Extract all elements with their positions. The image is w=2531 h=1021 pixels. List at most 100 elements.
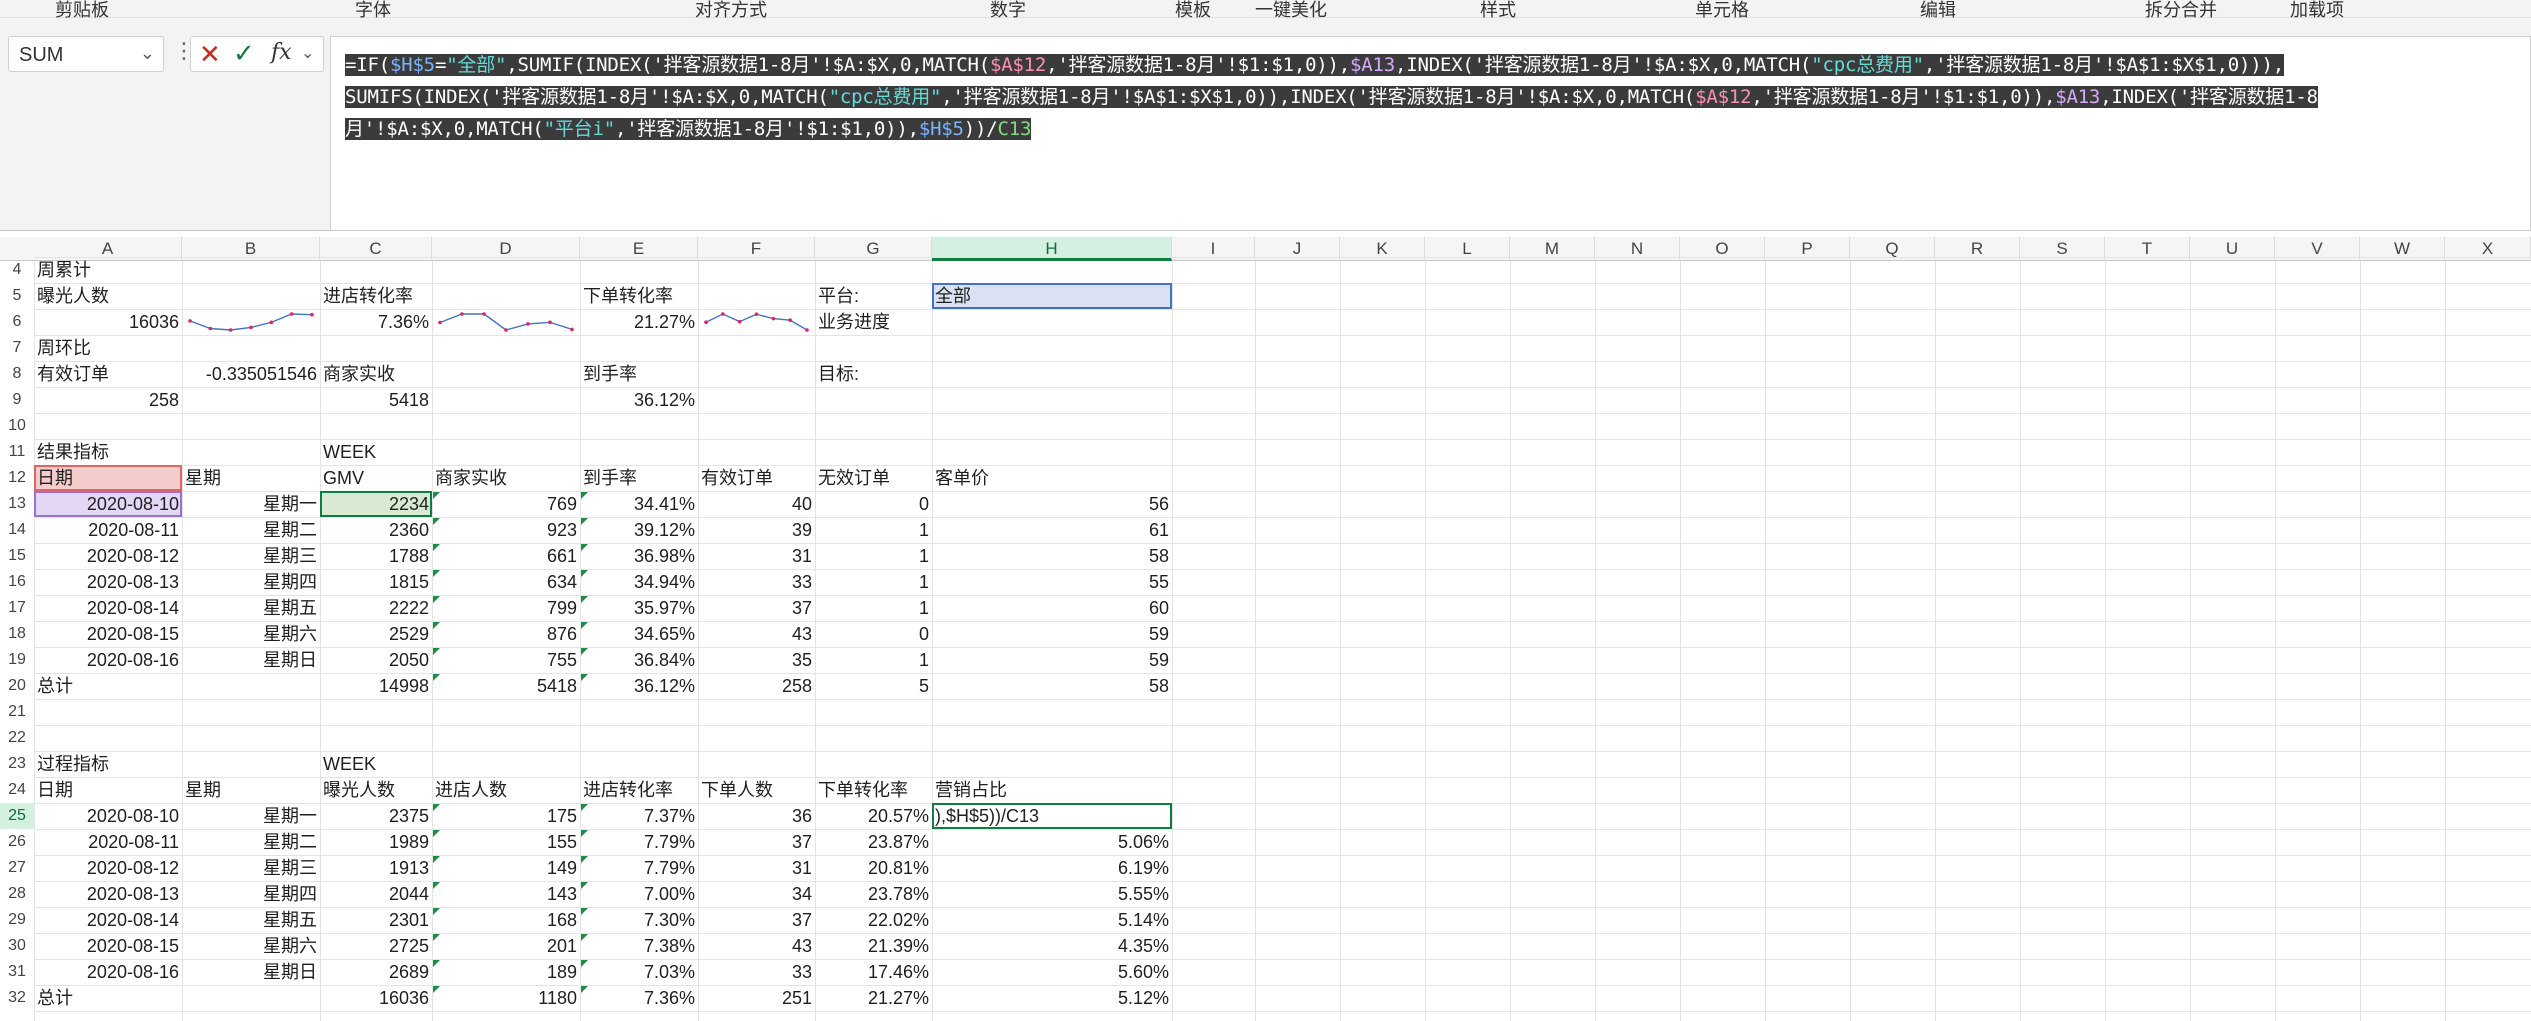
table-cell[interactable]: 34.65% xyxy=(583,621,695,647)
table-cell[interactable]: 星期日 xyxy=(185,647,317,673)
formula-input[interactable]: =IF($H$5="全部",SUMIF(INDEX('拌客源数据1-8月'!$A… xyxy=(330,36,2531,246)
row-header-23[interactable]: 23 xyxy=(0,751,34,777)
row-header-30[interactable]: 30 xyxy=(0,933,34,959)
row-header-29[interactable]: 29 xyxy=(0,907,34,933)
cell-c6[interactable]: 7.36% xyxy=(323,309,429,335)
cell-c8[interactable]: 商家实收 xyxy=(323,361,429,387)
table-cell[interactable]: 33 xyxy=(701,959,812,985)
row-header-4[interactable]: 4 xyxy=(0,257,34,283)
row-header-7[interactable]: 7 xyxy=(0,335,34,361)
table-header[interactable]: 有效订单 xyxy=(701,465,812,491)
table-cell[interactable]: 7.00% xyxy=(583,881,695,907)
row-header-28[interactable]: 28 xyxy=(0,881,34,907)
cell-e6[interactable]: 21.27% xyxy=(583,309,695,335)
table-cell[interactable]: 143 xyxy=(435,881,577,907)
table-cell[interactable]: 36.98% xyxy=(583,543,695,569)
table-cell[interactable]: 7.79% xyxy=(583,855,695,881)
total-cell[interactable]: 251 xyxy=(701,985,812,1011)
table-cell[interactable]: 星期三 xyxy=(185,855,317,881)
row-header-15[interactable]: 15 xyxy=(0,543,34,569)
table-cell[interactable]: 155 xyxy=(435,829,577,855)
table-cell[interactable]: 2020-08-11 xyxy=(37,829,179,855)
table-header[interactable]: 进店转化率 xyxy=(583,777,695,803)
row-header-8[interactable]: 8 xyxy=(0,361,34,387)
table-cell[interactable]: 31 xyxy=(701,855,812,881)
cell-g8[interactable]: 目标: xyxy=(818,361,929,387)
row-header-13[interactable]: 13 xyxy=(0,491,34,517)
table-cell[interactable]: 2689 xyxy=(323,959,429,985)
cell-a6[interactable]: 16036 xyxy=(37,309,179,335)
table-cell[interactable]: 星期六 xyxy=(185,933,317,959)
table-header[interactable]: 商家实收 xyxy=(435,465,577,491)
table-cell[interactable]: 1913 xyxy=(323,855,429,881)
table-cell[interactable]: 6.19% xyxy=(935,855,1169,881)
table-cell[interactable]: 769 xyxy=(435,491,577,517)
row-header-6[interactable]: 6 xyxy=(0,309,34,335)
table-cell[interactable]: 2020-08-15 xyxy=(37,933,179,959)
table-cell[interactable]: 2020-08-16 xyxy=(37,959,179,985)
table-cell[interactable]: 20.57% xyxy=(818,803,929,829)
row-header-25[interactable]: 25 xyxy=(0,803,34,829)
table-cell[interactable]: 61 xyxy=(935,517,1169,543)
table-header[interactable]: 日期 xyxy=(37,465,179,491)
table-cell[interactable]: 2020-08-14 xyxy=(37,907,179,933)
total-cell[interactable]: 5 xyxy=(818,673,929,699)
cell-c5[interactable]: 进店转化率 xyxy=(323,283,429,309)
name-box[interactable]: SUM ⌄ xyxy=(8,36,164,72)
table-cell[interactable]: 1 xyxy=(818,517,929,543)
total-cell[interactable] xyxy=(185,985,317,1011)
table-cell[interactable]: 7.38% xyxy=(583,933,695,959)
table-cell[interactable]: 2529 xyxy=(323,621,429,647)
row-header-24[interactable]: 24 xyxy=(0,777,34,803)
row-header-31[interactable]: 31 xyxy=(0,959,34,985)
table-cell[interactable]: 37 xyxy=(701,829,812,855)
table-cell[interactable]: 2020-08-11 xyxy=(37,517,179,543)
row-header-20[interactable]: 20 xyxy=(0,673,34,699)
section-title[interactable]: 过程指标 xyxy=(37,751,179,777)
table-cell[interactable]: 5.14% xyxy=(935,907,1169,933)
table-cell[interactable]: 40 xyxy=(701,491,812,517)
table-cell[interactable]: 7.79% xyxy=(583,829,695,855)
table-cell[interactable]: 星期六 xyxy=(185,621,317,647)
table-cell[interactable]: 876 xyxy=(435,621,577,647)
table-cell[interactable]: 2222 xyxy=(323,595,429,621)
section-title[interactable]: 结果指标 xyxy=(37,439,179,465)
table-cell[interactable]: 2050 xyxy=(323,647,429,673)
table-cell[interactable]: 23.78% xyxy=(818,881,929,907)
row-header-32[interactable]: 32 xyxy=(0,985,34,1011)
cell-a9[interactable]: 258 xyxy=(37,387,179,413)
table-cell[interactable]: 36.84% xyxy=(583,647,695,673)
table-cell[interactable]: 0 xyxy=(818,621,929,647)
table-cell[interactable]: 2725 xyxy=(323,933,429,959)
table-cell[interactable]: 星期日 xyxy=(185,959,317,985)
table-cell[interactable]: 59 xyxy=(935,621,1169,647)
table-cell[interactable]: 5.55% xyxy=(935,881,1169,907)
table-cell[interactable]: 7.30% xyxy=(583,907,695,933)
table-cell[interactable]: 2020-08-16 xyxy=(37,647,179,673)
row-header-27[interactable]: 27 xyxy=(0,855,34,881)
table-cell[interactable]: 1 xyxy=(818,647,929,673)
table-cell[interactable]: 7.03% xyxy=(583,959,695,985)
table-cell[interactable]: 5.06% xyxy=(935,829,1169,855)
table-header[interactable]: 曝光人数 xyxy=(323,777,429,803)
table-cell[interactable]: 149 xyxy=(435,855,577,881)
label-week-cumulative[interactable]: 周累计 xyxy=(37,257,179,283)
table-cell[interactable]: 7.37% xyxy=(583,803,695,829)
total-cell[interactable]: 7.36% xyxy=(583,985,695,1011)
table-cell[interactable]: 31 xyxy=(701,543,812,569)
row-header-5[interactable]: 5 xyxy=(0,283,34,309)
table-cell[interactable]: 星期五 xyxy=(185,907,317,933)
table-cell[interactable]: 22.02% xyxy=(818,907,929,933)
table-cell[interactable]: 23.87% xyxy=(818,829,929,855)
row-header-11[interactable]: 11 xyxy=(0,439,34,465)
table-cell[interactable]: 21.39% xyxy=(818,933,929,959)
table-cell[interactable]: 923 xyxy=(435,517,577,543)
row-header-18[interactable]: 18 xyxy=(0,621,34,647)
cell-e5[interactable]: 下单转化率 xyxy=(583,283,695,309)
table-cell[interactable]: 2234 xyxy=(323,491,429,517)
table-cell[interactable]: 2020-08-10 xyxy=(37,803,179,829)
table-cell[interactable]: 星期五 xyxy=(185,595,317,621)
table-header[interactable]: 星期 xyxy=(185,777,317,803)
row-header-12[interactable]: 12 xyxy=(0,465,34,491)
table-cell[interactable]: 1 xyxy=(818,543,929,569)
